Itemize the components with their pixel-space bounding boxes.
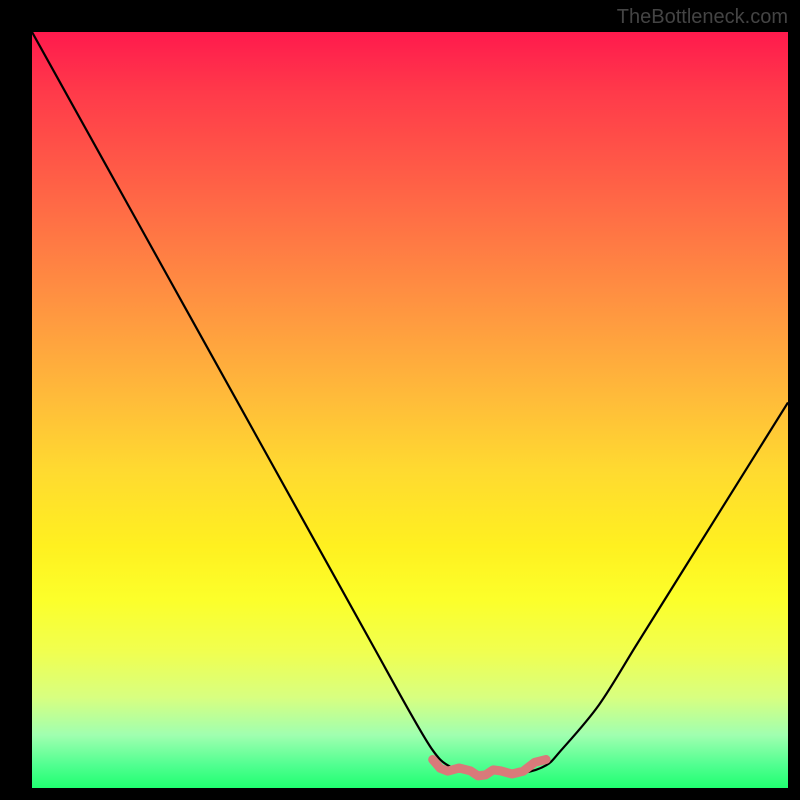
chart-plot-area — [32, 32, 788, 788]
chart-svg — [32, 32, 788, 788]
bottleneck-curve-path — [32, 32, 788, 773]
optimal-range-path — [433, 760, 546, 776]
watermark-text: TheBottleneck.com — [617, 6, 788, 29]
